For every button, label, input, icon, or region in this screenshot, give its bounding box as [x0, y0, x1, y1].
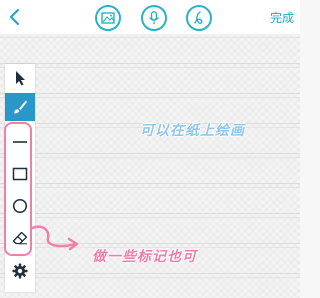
chevron-left-icon	[9, 8, 20, 26]
cursor-arrow-icon	[16, 71, 25, 86]
annotation-arrow-icon	[30, 225, 79, 251]
handwriting-icon	[194, 11, 203, 24]
gear-icon	[12, 263, 28, 279]
brush-tool-button[interactable]	[5, 93, 35, 121]
annotation-make-marks: 做一些标记也可	[92, 249, 197, 265]
back-button[interactable]	[4, 6, 26, 28]
done-button[interactable]: 完成	[270, 9, 294, 26]
voice-record-button[interactable]	[141, 5, 167, 31]
shape-tools-highlight	[4, 122, 32, 256]
microphone-icon	[148, 11, 160, 25]
image-icon	[101, 12, 115, 24]
brush-icon	[14, 100, 27, 114]
insert-image-button[interactable]	[95, 5, 121, 31]
annotation-draw-on-paper: 可以在纸上绘画	[140, 123, 245, 139]
settings-button[interactable]	[5, 257, 35, 285]
select-tool-button[interactable]	[5, 64, 35, 92]
handwriting-button[interactable]	[186, 5, 212, 31]
top-navigation-bar: 完成	[0, 0, 300, 34]
